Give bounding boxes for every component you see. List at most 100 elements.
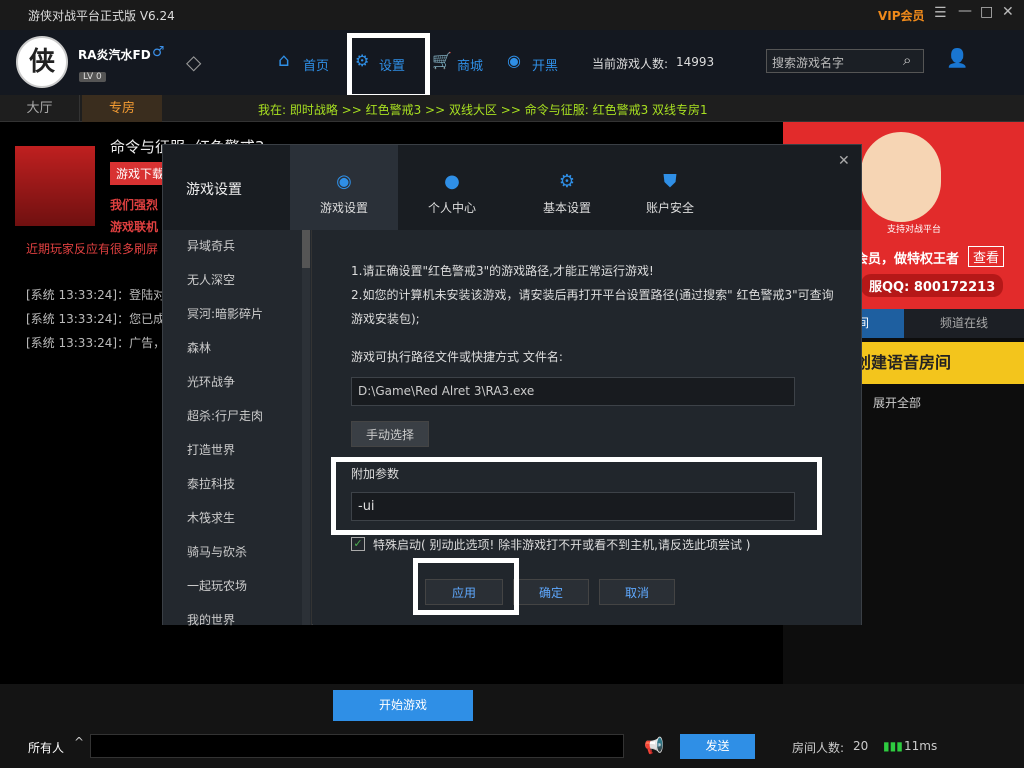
shield-icon: ⛊ [663, 171, 677, 192]
username: RA炎汽水FD [78, 48, 151, 62]
game-list-item[interactable]: 骑马与砍杀 [187, 543, 247, 560]
warn-line-1: 我们强烈 [110, 198, 159, 212]
signal-icon: ▮▮▮ [883, 739, 903, 753]
diamond-icon[interactable]: ◇ [186, 50, 201, 74]
note-line-2: 2.如您的计算机未安装该游戏，请安装后再打开平台设置路径(通过搜索" 红色警戒3… [351, 288, 834, 302]
tab-label: 基本设置 [542, 201, 591, 215]
ok-button[interactable]: 确定 [513, 579, 589, 605]
search-placeholder: 搜索游戏名字 [772, 56, 845, 70]
gear-icon: ⚙ [558, 171, 576, 192]
game-list-item[interactable]: 异域奇兵 [187, 237, 235, 254]
room-count: 20 [853, 739, 869, 753]
tab-room[interactable]: 专房 [82, 95, 162, 122]
highlight-apply [413, 558, 519, 615]
home-icon: ⌂ [278, 50, 290, 71]
sidebar-tab-channel[interactable]: 频道在线 [904, 309, 1024, 338]
special-start-checkbox[interactable]: ✓ [351, 537, 365, 551]
note-line-1: 1.请正确设置"红色警戒3"的游戏路径,才能正常运行游戏! [351, 264, 654, 278]
ping: 11ms [904, 739, 938, 753]
app-title: 游侠对战平台正式版 V6.24 [28, 9, 175, 23]
tab-game-settings[interactable]: ◉ 游戏设置 [290, 145, 398, 230]
game-cover [15, 146, 95, 226]
log-line: [系统 13:33:24]：您已成功 [26, 312, 178, 326]
dialog-header: 游戏设置 ◉ 游戏设置 ● 个人中心 ⚙ 基本设置 ⛊ 账户安全 ✕ [163, 145, 861, 230]
expand-all[interactable]: 展开全部 [873, 394, 921, 411]
online-count: 14993 [676, 55, 715, 69]
manual-select-button[interactable]: 手动选择 [351, 421, 429, 447]
breadcrumb: 我在: 即时战略 >> 红色警戒3 >> 双线大区 >> 命令与征服: 红色警戒… [258, 103, 708, 117]
log-line: [系统 13:33:24]：广告，局 [26, 336, 178, 350]
level-badge: LV 0 [79, 72, 106, 82]
bottom-bar: 开始游戏 所有人 ^ 📢 发送 房间人数: 20 ▮▮▮ 11ms [0, 684, 1024, 768]
nav-shop[interactable]: 商城 [457, 55, 483, 74]
special-start-label: 特殊启动( 别动此选项! 除非游戏打不开或看不到主机,请反选此项尝试 ) [373, 538, 751, 552]
game-list-item[interactable]: 森林 [187, 339, 211, 356]
warn-line-3: 近期玩家反应有很多刷屏 [26, 242, 159, 256]
title-bar: 游侠对战平台正式版 V6.24 VIP会员 ☰ — □ ✕ [0, 0, 1024, 30]
scrollbar-thumb[interactable] [302, 230, 310, 268]
minimize-icon[interactable]: — [958, 3, 972, 19]
path-input[interactable]: D:\Game\Red Alret 3\RA3.exe [351, 377, 795, 406]
room-count-label: 房间人数: [792, 741, 845, 755]
service-qq: 服QQ: 800172213 [861, 274, 1004, 297]
male-icon: ♂ [152, 44, 165, 60]
warn-line-2: 游戏联机 [110, 220, 159, 234]
mascot-image [861, 132, 941, 222]
tab-basic-settings[interactable]: ⚙ 基本设置 [513, 145, 621, 230]
list-scrollbar[interactable] [302, 230, 310, 625]
highlight-params [331, 457, 822, 535]
support-label: 支持对战平台 [887, 225, 942, 235]
vip-slogan: 会员，做特权王者 [855, 252, 960, 267]
nav-openblack[interactable]: 开黑 [532, 55, 558, 74]
game-list-item[interactable]: 打造世界 [187, 441, 235, 458]
game-list-item[interactable]: 我的世界 [187, 611, 235, 628]
close-icon[interactable]: ✕ [838, 153, 850, 169]
user-icon[interactable]: 👤 [946, 48, 968, 69]
gamepad-icon: ◉ [336, 171, 352, 192]
settings-panel: 1.请正确设置"红色警戒3"的游戏路径,才能正常运行游戏! 2.如您的计算机未安… [313, 230, 861, 625]
game-list-item[interactable]: 超杀:行尸走肉 [187, 407, 263, 424]
avatar[interactable]: 侠 [16, 36, 68, 88]
search-icon[interactable]: ⌕ [903, 51, 911, 69]
tab-label: 游戏设置 [319, 201, 368, 215]
tab-account-security[interactable]: ⛊ 账户安全 [616, 145, 724, 230]
download-button[interactable]: 游戏下载 [110, 162, 171, 185]
game-list-item[interactable]: 无人深空 [187, 271, 235, 288]
room-tabs: 大厅 专房 我在: 即时战略 >> 红色警戒3 >> 双线大区 >> 命令与征服… [0, 95, 1024, 122]
tab-hall[interactable]: 大厅 [0, 95, 80, 122]
game-list-item[interactable]: 木筏求生 [187, 509, 235, 526]
chat-input[interactable] [90, 734, 624, 758]
dialog-title: 游戏设置 [186, 182, 242, 198]
chat-target-select[interactable]: 所有人 [28, 739, 64, 756]
game-list-item[interactable]: 光环战争 [187, 373, 235, 390]
vip-link[interactable]: VIP会员 [878, 7, 925, 24]
game-list-item[interactable]: 泰拉科技 [187, 475, 235, 492]
game-list-item[interactable]: 一起玩农场 [187, 577, 247, 594]
path-label: 游戏可执行路径文件或快捷方式 文件名: [351, 350, 563, 364]
user-icon: ● [444, 171, 460, 192]
cart-icon: 🛒 [432, 51, 452, 70]
view-button[interactable]: 查看 [968, 246, 1005, 267]
maximize-icon[interactable]: □ [980, 4, 993, 20]
menu-icon[interactable]: ☰ [934, 5, 947, 21]
send-button[interactable]: 发送 [680, 734, 755, 759]
top-navigation: 侠 RA炎汽水FD ♂ LV 0 ◇ ⌂ 首页 ⚙ 设置 🛒 商城 ◉ 开黑 当… [0, 30, 1024, 95]
log-line: [系统 13:33:24]：登陆对战 [26, 288, 178, 302]
speaker-icon[interactable]: 📢 [644, 736, 664, 755]
cancel-button[interactable]: 取消 [599, 579, 675, 605]
search-box[interactable]: 搜索游戏名字 ⌕ [766, 49, 924, 73]
gamepad-icon: ◉ [507, 51, 521, 70]
game-list-item[interactable]: 冥河:暗影碎片 [187, 305, 263, 322]
game-list: 异域奇兵 无人深空 冥河:暗影碎片 森林 光环战争 超杀:行尸走肉 打造世界 泰… [163, 230, 312, 628]
chevron-up-icon[interactable]: ^ [74, 735, 84, 749]
tab-label: 个人中心 [427, 201, 476, 215]
note-line-3: 游戏安装包); [351, 312, 420, 326]
start-game-button[interactable]: 开始游戏 [333, 690, 473, 721]
highlight-settings [347, 33, 430, 99]
settings-dialog: 游戏设置 ◉ 游戏设置 ● 个人中心 ⚙ 基本设置 ⛊ 账户安全 ✕ 异域奇兵 … [162, 144, 862, 628]
tab-personal-center[interactable]: ● 个人中心 [398, 145, 506, 230]
close-icon[interactable]: ✕ [1002, 4, 1014, 20]
nav-home[interactable]: 首页 [303, 55, 329, 74]
tab-label: 账户安全 [645, 201, 694, 215]
online-label: 当前游戏人数: [592, 57, 669, 71]
